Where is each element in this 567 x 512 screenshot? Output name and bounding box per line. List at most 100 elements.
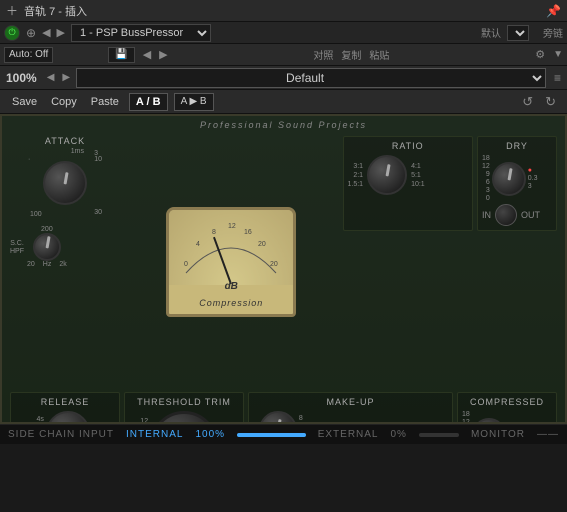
makeup-label: MAKE-UP — [253, 397, 448, 407]
bypass-icon[interactable]: ⊕ — [26, 26, 36, 40]
ratio-1-5: 1.5:1 — [348, 181, 364, 188]
preset-select[interactable]: Default — [76, 68, 546, 88]
ratio-2-1: 2:1 — [353, 172, 363, 179]
save-icon[interactable]: 💾 — [108, 47, 134, 63]
makeup-knob[interactable] — [259, 411, 297, 424]
power-button[interactable]: ⏻ — [4, 25, 20, 41]
external-bar[interactable] — [419, 433, 459, 437]
ab-button[interactable]: A / B — [129, 93, 168, 111]
plugin-body: Professional Sound Projects ATTACK 3 1ms… — [0, 114, 567, 424]
hpf-label: HPF — [10, 248, 24, 255]
dry-knob[interactable] — [492, 162, 526, 196]
add-icon[interactable]: ＋ — [6, 2, 18, 19]
svg-text:8: 8 — [212, 229, 216, 236]
threshold-section: THRESHOLD TRIM 12 8 4 +0 4 8 12 16 20 24 — [124, 392, 244, 424]
sidechain-label: 旁链 — [543, 25, 563, 40]
preset-row: 100% ◀ ▶ Default ≡ — [0, 66, 567, 90]
vu-meter: 0 4 8 12 16 20 20 dB Compression — [166, 207, 296, 317]
left-panel: ATTACK 3 1ms 10 30 100 · S.C. HPF — [10, 136, 120, 388]
monitor-line: —— — [537, 429, 559, 440]
side-chain-input-label: SIDE CHAIN INPUT — [8, 429, 114, 440]
auto-button[interactable]: Auto: Off — [4, 47, 53, 63]
ratio-4-1: 4:1 — [411, 163, 421, 170]
threshold-knob[interactable] — [150, 411, 218, 424]
prev-preset[interactable]: ◀ — [143, 48, 151, 61]
compressed-knob[interactable] — [472, 418, 506, 425]
svg-text:16: 16 — [244, 229, 252, 236]
compressed-label: COMPRESSED — [462, 397, 552, 407]
internal-label: INTERNAL — [126, 429, 183, 440]
a-to-b-button[interactable]: A ▶ B — [174, 93, 214, 111]
hz-unit: Hz — [43, 261, 52, 268]
default-select[interactable] — [507, 25, 529, 41]
hpf-knob[interactable] — [33, 233, 61, 261]
ratio-knob[interactable] — [367, 155, 407, 195]
dry-label: DRY — [482, 141, 552, 151]
release-section: RELEASE 4s 1.6 .7 ·2 8 AUTO OFF — [10, 392, 120, 424]
ratio-label: RATIO — [348, 141, 469, 151]
vu-scale-svg: 0 4 8 12 16 20 20 — [176, 218, 286, 278]
svg-text:0: 0 — [184, 261, 188, 268]
dry-in-label: IN — [482, 210, 491, 220]
copy-button[interactable]: Copy — [47, 94, 81, 110]
brand-label: Professional Sound Projects — [2, 116, 565, 132]
dry-toggle[interactable] — [495, 204, 517, 226]
next-preset[interactable]: ▶ — [159, 48, 167, 61]
zoom-percent: 100% — [6, 71, 37, 85]
hz-20: 20 — [27, 261, 35, 268]
zoom-up-button[interactable]: ▶ — [60, 72, 72, 83]
svg-text:12: 12 — [228, 223, 236, 230]
threshold-label: THRESHOLD TRIM — [137, 397, 231, 407]
plugin-name-select[interactable]: 1 - PSP BussPressor — [71, 24, 211, 42]
copy-ctrl-label: 复制 — [341, 47, 361, 62]
vu-compression-label: Compression — [199, 298, 263, 308]
paste-button[interactable]: Paste — [87, 94, 123, 110]
gear-icon[interactable]: ⚙ — [535, 48, 545, 61]
monitor-label: MONITOR — [471, 429, 525, 440]
sc-label: S.C. — [10, 240, 24, 247]
ratio-10-1: 10:1 — [411, 181, 425, 188]
attack-knob[interactable] — [43, 161, 87, 205]
redo-button[interactable]: ↻ — [542, 94, 559, 110]
internal-bar[interactable] — [237, 433, 306, 437]
svg-text:20: 20 — [258, 241, 266, 248]
ratio-3-1: 3:1 — [353, 163, 363, 170]
release-knob[interactable] — [46, 411, 90, 424]
default-label: 默认 — [481, 25, 501, 40]
ratio-5-1: 5:1 — [411, 172, 421, 179]
dry-out-label: OUT — [521, 210, 540, 220]
status-bar: SIDE CHAIN INPUT INTERNAL 100% EXTERNAL … — [0, 424, 567, 444]
svg-text:4: 4 — [196, 241, 200, 248]
preset-menu-icon[interactable]: ≡ — [554, 71, 561, 85]
attack-section: ATTACK 3 1ms 10 30 100 · — [10, 136, 120, 218]
track-label: 音轨 7 - 插入 — [24, 3, 546, 19]
internal-val: 100% — [195, 429, 225, 440]
attack-label: ATTACK — [45, 136, 85, 146]
plugin-header: ⏻ ⊕ ◀ ▶ 1 - PSP BussPressor 默认 旁链 — [0, 22, 567, 44]
release-label: RELEASE — [15, 397, 115, 407]
dry-section: DRY 18 12 9 6 3 0 ● 0.3 — [477, 136, 557, 231]
prev-icon[interactable]: ◀ — [42, 26, 50, 39]
ratio-section: RATIO 3:1 2:1 1.5:1 4:1 5:1 10:1 — [343, 136, 474, 231]
top-bar: ＋ 音轨 7 - 插入 📌 — [0, 0, 567, 22]
next-icon[interactable]: ▶ — [57, 26, 65, 39]
pin-icon[interactable]: 📌 — [546, 4, 561, 18]
makeup-section: MAKE-UP 4 0 8 12 16 20 ·0· ● — [248, 392, 453, 424]
controls-row: Auto: Off 💾 ◀ ▶ 对照 复制 粘贴 ⚙ ▼ — [0, 44, 567, 66]
gear-arrow[interactable]: ▼ — [553, 49, 563, 60]
right-section: RATIO 3:1 2:1 1.5:1 4:1 5:1 10:1 — [343, 136, 558, 388]
zoom-down-button[interactable]: ◀ — [45, 72, 57, 83]
vu-area: 0 4 8 12 16 20 20 dB Compression — [124, 136, 339, 388]
undo-button[interactable]: ↺ — [519, 94, 536, 110]
svg-text:20: 20 — [270, 261, 278, 268]
paste-ctrl-label: 粘贴 — [369, 47, 389, 62]
plugin-main: ATTACK 3 1ms 10 30 100 · S.C. HPF — [2, 132, 565, 392]
external-val: 0% — [391, 429, 407, 440]
bottom-row: RELEASE 4s 1.6 .7 ·2 8 AUTO OFF — [2, 392, 565, 424]
dry-in-out: IN OUT — [482, 204, 552, 226]
compressed-section: COMPRESSED 18 12 9 6 3 0 ● 0.3 3 IN — [457, 392, 557, 424]
save-button[interactable]: Save — [8, 94, 41, 110]
external-label: EXTERNAL — [318, 429, 379, 440]
hz-200: 200 — [41, 226, 53, 233]
compare-label: 对照 — [313, 47, 333, 62]
